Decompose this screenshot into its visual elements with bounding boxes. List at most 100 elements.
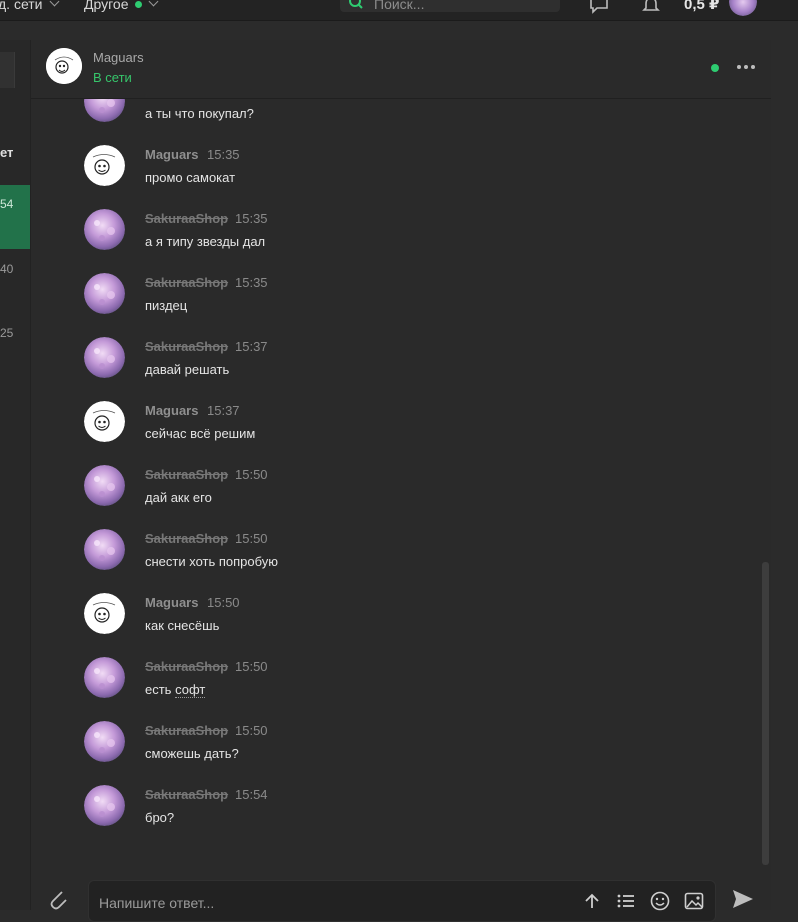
- emoji-icon[interactable]: [649, 890, 671, 912]
- message-text: а ты что покупал?: [145, 106, 254, 121]
- message-time: 15:37: [235, 339, 268, 354]
- message-text: как снесёшь: [145, 618, 220, 633]
- send-icon[interactable]: [730, 886, 756, 912]
- image-icon[interactable]: [683, 890, 705, 912]
- chat-icon[interactable]: [588, 0, 610, 16]
- message-time: 15:50: [235, 723, 268, 738]
- other-menu[interactable]: Другое: [84, 0, 159, 12]
- message-text: а я типу звезды дал: [145, 234, 266, 249]
- sender-avatar[interactable]: [84, 337, 125, 378]
- contact-avatar[interactable]: [84, 145, 125, 186]
- sakura-avatar-icon: [84, 273, 125, 314]
- message-item[interactable]: SakuraaShop 15:37 давай решать: [84, 337, 644, 389]
- top-bar: д. сети Другое Поиск... 0,5 ₽: [0, 0, 798, 21]
- message-item[interactable]: Maguars 15:37 сейчас всё решим: [84, 401, 644, 453]
- face-sketch-icon: [46, 48, 82, 84]
- sakura-avatar-icon: [84, 209, 125, 250]
- face-sketch-icon: [84, 401, 125, 442]
- message-author[interactable]: SakuraaShop: [145, 659, 228, 674]
- contact-status: В сети: [93, 70, 132, 85]
- message-item[interactable]: SakuraaShopа ты что покупал?: [84, 99, 644, 133]
- chat-list-search[interactable]: [0, 52, 15, 88]
- message-item[interactable]: SakuraaShop 15:54 бро?: [84, 785, 644, 837]
- message-item[interactable]: SakuraaShop 15:50 дай акк его: [84, 465, 644, 517]
- attach-icon[interactable]: [44, 885, 72, 913]
- message-time: 15:35: [235, 211, 268, 226]
- scrollbar[interactable]: [762, 562, 769, 865]
- search-icon: [349, 0, 363, 9]
- sender-avatar[interactable]: [84, 529, 125, 570]
- sender-avatar[interactable]: [84, 273, 125, 314]
- chat-header: Maguars В сети: [31, 40, 771, 99]
- message-time: 15:54: [235, 787, 268, 802]
- message-author[interactable]: Maguars: [145, 595, 198, 610]
- face-sketch-icon: [84, 145, 125, 186]
- chat-list-time: 25: [0, 326, 14, 340]
- contact-name[interactable]: Maguars: [93, 50, 144, 65]
- sender-avatar[interactable]: [84, 209, 125, 250]
- message-text: снести хоть попробую: [145, 554, 279, 569]
- user-avatar[interactable]: [729, 0, 757, 16]
- message-item[interactable]: SakuraaShop 15:50 есть софт: [84, 657, 644, 709]
- message-author[interactable]: SakuraaShop: [145, 787, 228, 802]
- message-author[interactable]: SakuraaShop: [145, 723, 228, 738]
- message-author[interactable]: SakuraaShop: [145, 275, 228, 290]
- online-indicator: [711, 64, 719, 72]
- sender-avatar[interactable]: [84, 657, 125, 698]
- message-item[interactable]: SakuraaShop 15:35 пиздец: [84, 273, 644, 325]
- chat-panel: Maguars В сети SakuraaShopа ты что покуп…: [30, 40, 771, 910]
- search-input[interactable]: Поиск...: [340, 0, 560, 12]
- contact-avatar[interactable]: [84, 593, 125, 634]
- list-icon[interactable]: [615, 890, 637, 912]
- sakura-avatar-icon: [84, 657, 125, 698]
- chat-list-time: 54: [0, 197, 14, 211]
- message-text: бро?: [145, 810, 175, 825]
- contact-avatar[interactable]: [46, 48, 82, 84]
- balance[interactable]: 0,5 ₽: [684, 0, 719, 13]
- sender-avatar[interactable]: [84, 465, 125, 506]
- contact-avatar[interactable]: [84, 401, 125, 442]
- message-item[interactable]: SakuraaShop 15:35 а я типу звезды дал: [84, 209, 644, 261]
- sakura-avatar-icon: [84, 99, 125, 122]
- bell-icon[interactable]: [640, 0, 662, 16]
- more-options-icon[interactable]: [735, 60, 757, 74]
- message-item[interactable]: SakuraaShop 15:50 сможешь дать?: [84, 721, 644, 773]
- message-time: 15:50: [235, 467, 268, 482]
- sender-avatar[interactable]: [84, 99, 125, 122]
- message-text: сможешь дать?: [145, 746, 239, 761]
- message-time: 15:50: [207, 595, 240, 610]
- chat-list-time: 40: [0, 262, 14, 276]
- sender-avatar[interactable]: [84, 721, 125, 762]
- sender-avatar[interactable]: [84, 785, 125, 826]
- message-time: 15:35: [207, 147, 240, 162]
- message-author[interactable]: SakuraaShop: [145, 339, 228, 354]
- message-text: промо самокат: [145, 170, 236, 185]
- message-author[interactable]: Maguars: [145, 403, 198, 418]
- message-list[interactable]: SakuraaShopа ты что покупал?Maguars15:35…: [31, 99, 771, 879]
- status-menu[interactable]: д. сети: [0, 0, 59, 12]
- search-placeholder: Поиск...: [374, 0, 425, 12]
- message-text: сейчас всё решим: [145, 426, 256, 441]
- message-item[interactable]: SakuraaShop 15:50 снести хоть попробую: [84, 529, 644, 581]
- message-text: давай решать: [145, 362, 230, 377]
- face-sketch-icon: [84, 593, 125, 634]
- message-author[interactable]: SakuraaShop: [145, 531, 228, 546]
- chevron-down-icon: [149, 0, 159, 7]
- message-time: 15:50: [235, 531, 268, 546]
- sakura-avatar-icon: [84, 465, 125, 506]
- chat-list-item-active[interactable]: 54: [0, 185, 30, 249]
- arrow-up-icon[interactable]: [581, 890, 603, 912]
- message-author[interactable]: SakuraaShop: [145, 211, 228, 226]
- sakura-avatar-icon: [84, 337, 125, 378]
- sakura-avatar-icon: [84, 785, 125, 826]
- status-menu-label: д. сети: [0, 0, 43, 12]
- message-author[interactable]: SakuraaShop: [145, 467, 228, 482]
- message-item[interactable]: Maguars 15:50 как снесёшь: [84, 593, 644, 645]
- message-composer[interactable]: Напишите ответ...: [88, 880, 716, 922]
- message-author[interactable]: Maguars: [145, 147, 198, 162]
- chevron-down-icon: [49, 0, 59, 7]
- message-item[interactable]: Maguars 15:35 промо самокат: [84, 145, 644, 197]
- message-input[interactable]: Напишите ответ...: [99, 895, 214, 911]
- spellcheck-word: софт: [175, 682, 206, 698]
- sakura-avatar-icon: [84, 529, 125, 570]
